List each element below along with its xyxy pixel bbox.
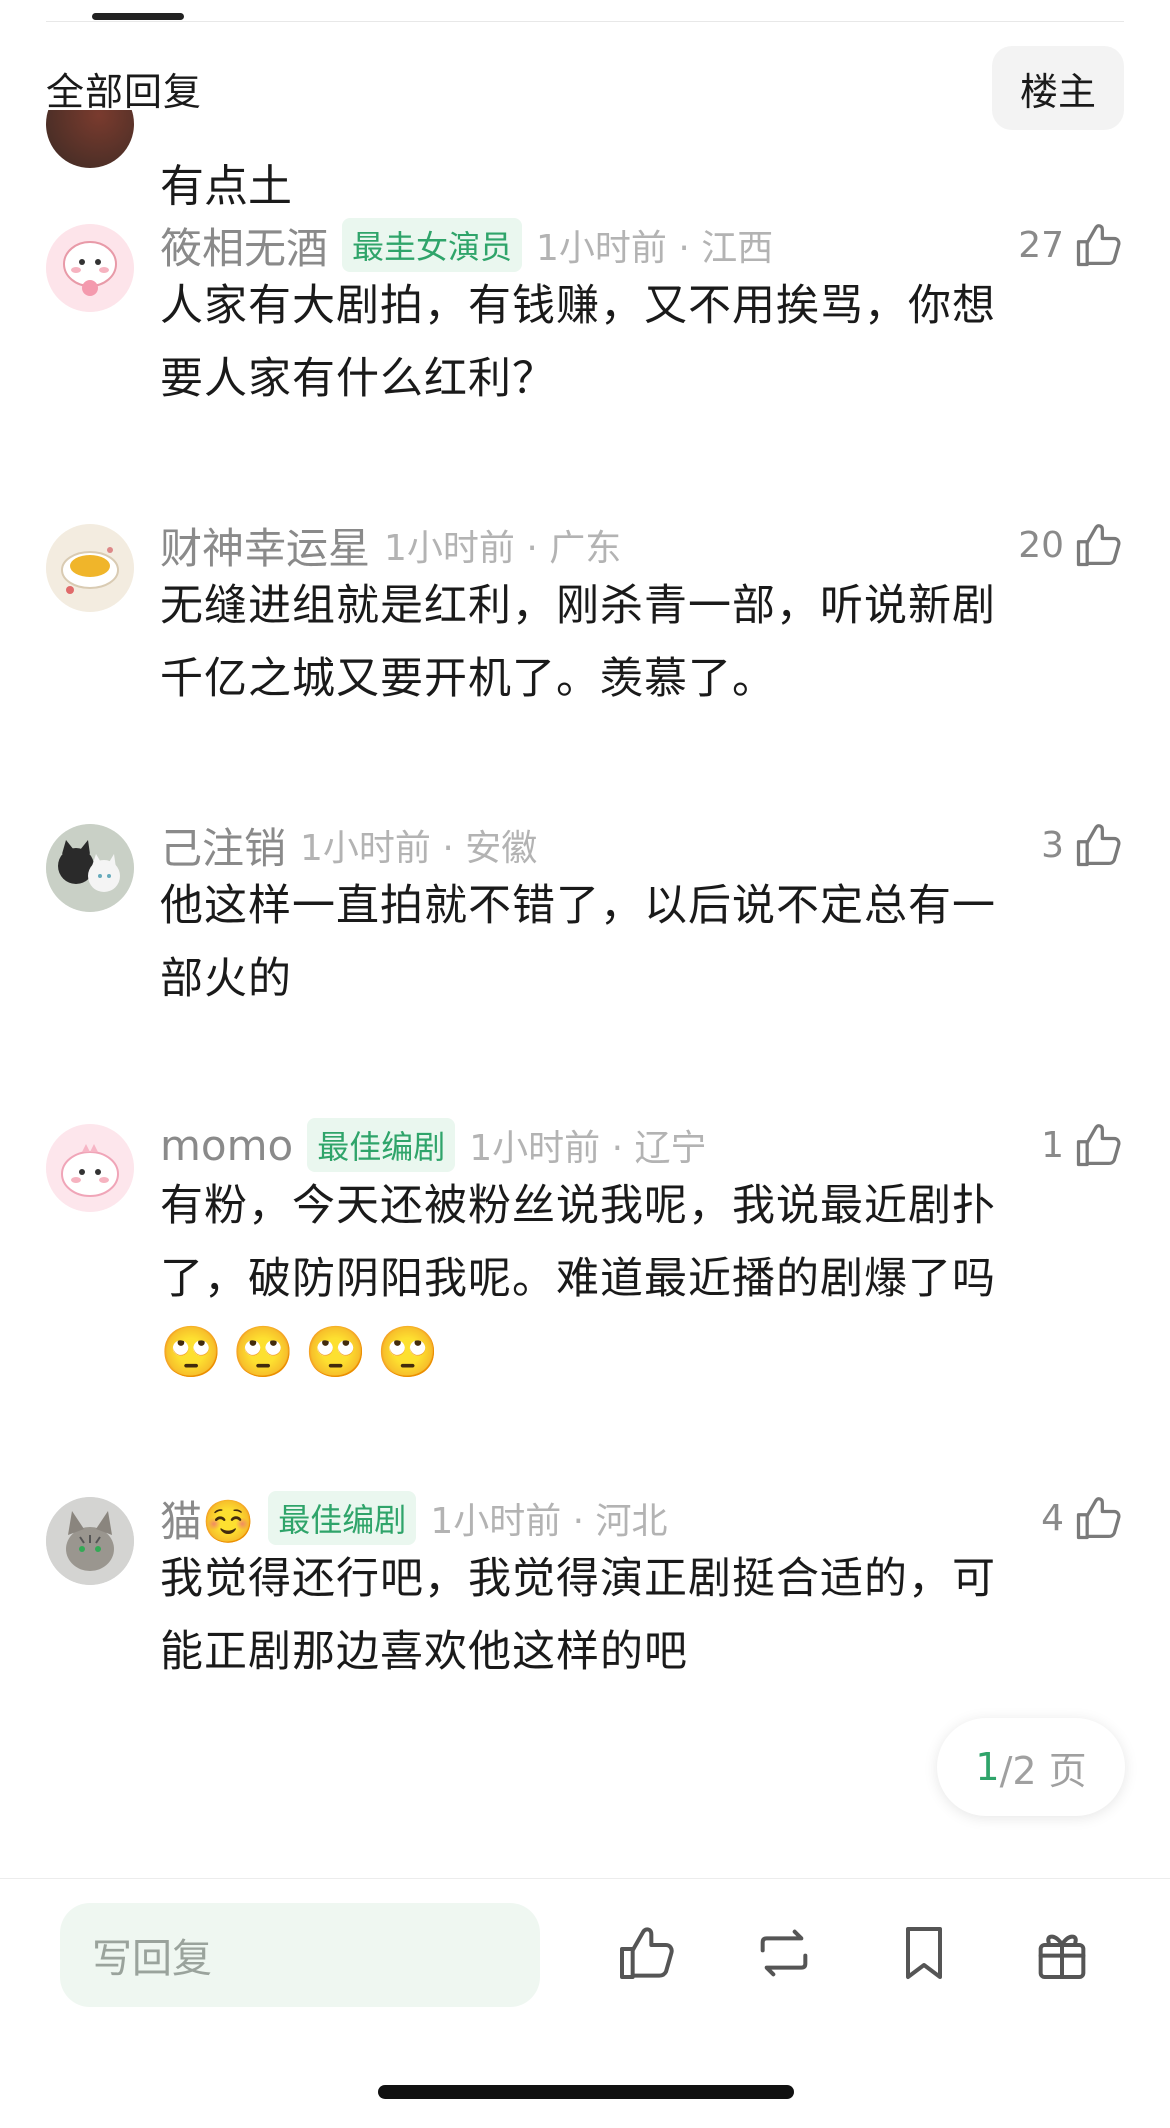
like-count: 3 xyxy=(1041,824,1064,866)
avatar[interactable] xyxy=(46,824,134,912)
username[interactable]: momo xyxy=(160,1121,293,1170)
peach-avatar-icon xyxy=(46,224,134,312)
cats-avatar-icon xyxy=(46,824,134,912)
avatar[interactable] xyxy=(46,1497,134,1585)
current-page: 1 xyxy=(975,1745,1000,1789)
owner-only-button[interactable]: 楼主 xyxy=(991,46,1124,130)
comment-text-line: 了，破防阴阳我呢。难道最近播的剧爆了吗 xyxy=(160,1254,996,1304)
replies-header: 全部回复 楼主 xyxy=(0,44,1170,132)
user-badge[interactable]: 最佳编剧 xyxy=(307,1118,456,1172)
like-button[interactable]: 3 xyxy=(1041,815,1124,875)
avatar[interactable] xyxy=(46,224,134,312)
bookmark-icon[interactable] xyxy=(892,1921,956,1985)
thumbs-up-icon xyxy=(1076,824,1121,867)
username[interactable]: 财神幸运星 xyxy=(160,515,370,576)
comment-text-line: 有粉，今天还被粉丝说我呢，我说最近剧扑 xyxy=(160,1181,996,1231)
like-button[interactable]: 20 xyxy=(1018,515,1124,575)
like-count: 1 xyxy=(1041,1124,1064,1166)
thumbs-up-icon xyxy=(1076,224,1121,267)
thumbs-up-icon xyxy=(1076,1124,1121,1167)
like-count: 20 xyxy=(1018,524,1064,566)
comment-text-line: 部火的 xyxy=(160,954,292,1004)
time-location: 1小时前 · 广东 xyxy=(384,528,622,569)
time-location: 1小时前 · 安徽 xyxy=(300,828,538,869)
thumbs-up-icon xyxy=(1076,524,1121,567)
username[interactable]: 筱相无酒 xyxy=(160,215,328,276)
total-pages: /2 页 xyxy=(999,1748,1087,1793)
avatar[interactable] xyxy=(46,1124,134,1212)
like-count: 27 xyxy=(1018,224,1064,266)
page-indicator[interactable]: 1 /2 页 xyxy=(937,1718,1125,1816)
user-badge[interactable]: 最圭女演员 xyxy=(342,218,523,272)
all-replies-title: 全部回复 xyxy=(46,69,203,114)
time-location: 1小时前 · 辽宁 xyxy=(469,1128,707,1169)
tea-cup-avatar-icon xyxy=(46,524,134,612)
like-button[interactable]: 27 xyxy=(1018,215,1124,275)
user-badge[interactable]: 最佳编剧 xyxy=(268,1491,417,1545)
gift-icon[interactable] xyxy=(1030,1921,1094,1985)
comment-text-line: 千亿之城又要开机了。羡慕了。 xyxy=(160,654,776,704)
like-count: 4 xyxy=(1041,1497,1064,1539)
like-button[interactable]: 4 xyxy=(1041,1488,1124,1548)
top-tab-indicator xyxy=(92,13,184,20)
comment-text-line: 要人家有什么红利？ xyxy=(160,354,556,404)
reply-input[interactable]: 写回复 xyxy=(60,1903,540,2007)
comment-text-line: 他这样一直拍就不错了，以后说不定总有一 xyxy=(160,881,996,931)
comment-text: 有点土 xyxy=(160,161,292,212)
like-button[interactable]: 1 xyxy=(1041,1115,1124,1175)
avatar[interactable] xyxy=(46,110,134,168)
time-location: 1小时前 · 河北 xyxy=(430,1501,668,1542)
thumbs-up-icon[interactable] xyxy=(614,1921,678,1985)
comment-text-line: 无缝进组就是红利，刚杀青一部，听说新剧 xyxy=(160,581,996,631)
thumbs-up-icon xyxy=(1076,1497,1121,1540)
comment-text-line: 人家有大剧拍，有钱赚，又不用挨骂，你想 xyxy=(160,281,996,331)
repost-icon[interactable] xyxy=(752,1921,816,1985)
home-indicator[interactable] xyxy=(378,2085,794,2099)
comment-emoji-line: 🙄🙄🙄🙄 xyxy=(160,1323,450,1381)
time-location: 1小时前 · 江西 xyxy=(536,228,774,269)
username[interactable]: 己注销 xyxy=(160,815,286,876)
avatar[interactable] xyxy=(46,524,134,612)
comment-text-line: 能正剧那边喜欢他这样的吧 xyxy=(160,1627,688,1677)
top-divider xyxy=(46,21,1124,22)
tabby-cat-avatar-icon xyxy=(46,1497,134,1585)
pink-creature-avatar-icon xyxy=(46,1124,134,1212)
username[interactable]: 猫☺️ xyxy=(160,1488,254,1549)
comment-text-line: 我觉得还行吧，我觉得演正剧挺合适的，可 xyxy=(160,1554,996,1604)
